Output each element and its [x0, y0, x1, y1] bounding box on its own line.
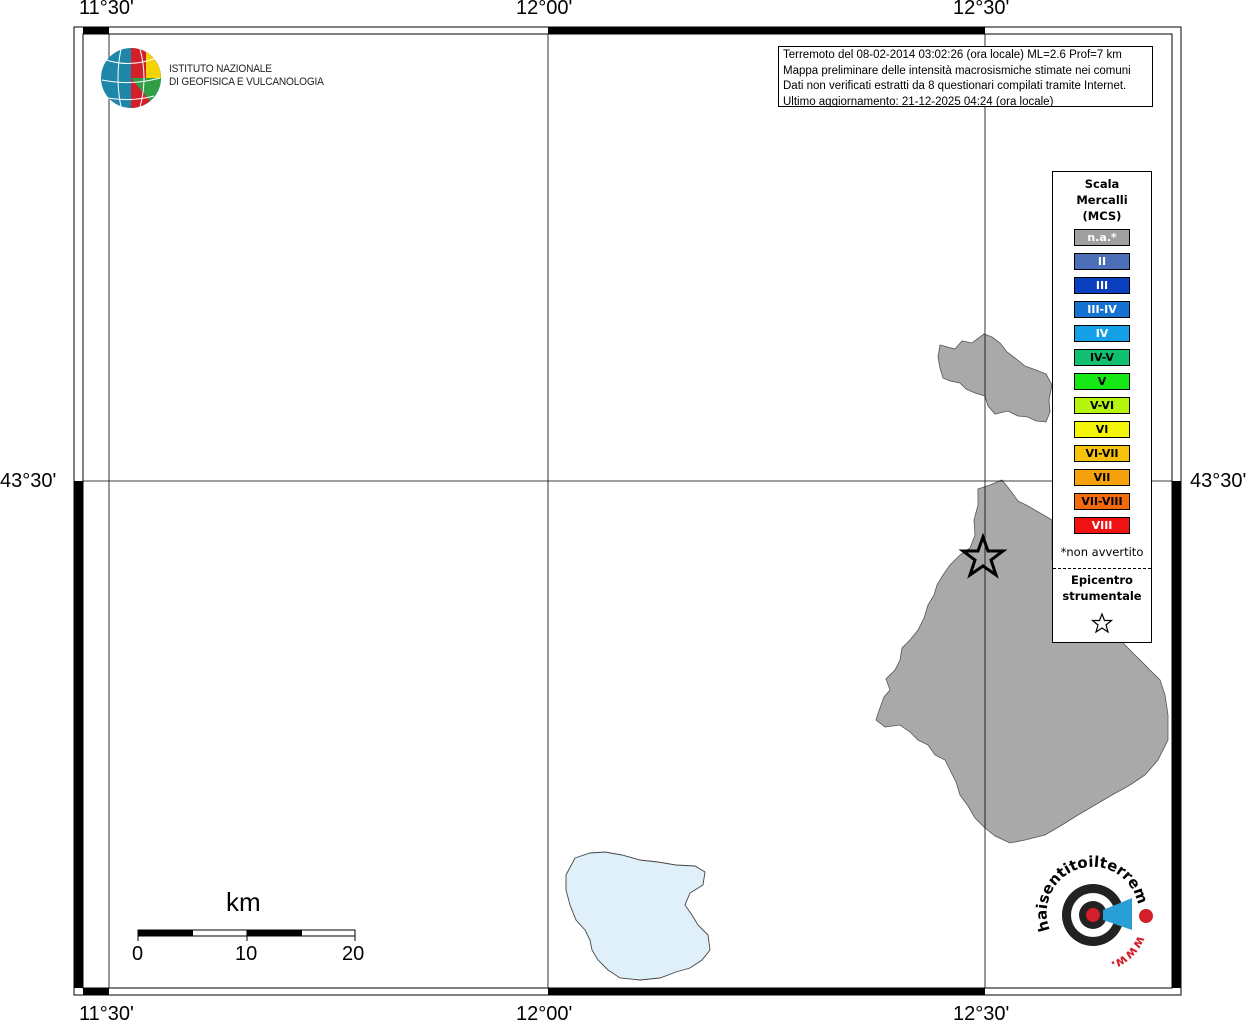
legend-swatch: IV	[1074, 325, 1130, 342]
legend-swatch: VIII	[1074, 517, 1130, 534]
institute-name-line: DI GEOFISICA E VULCANOLOGIA	[169, 76, 324, 88]
legend-star-icon	[1091, 612, 1113, 634]
scale-bar	[137, 929, 356, 941]
legend-swatch: III-IV	[1074, 301, 1130, 318]
legend-divider	[1053, 568, 1151, 569]
info-line-updated: Ultimo aggiornamento: 21-12-2025 04:24 (…	[783, 95, 1054, 107]
frame-graduation-bar	[548, 27, 985, 34]
frame-graduation-bar	[548, 988, 985, 995]
legend-title-line: Scala	[1084, 177, 1120, 191]
legend-swatch: VI	[1074, 421, 1130, 438]
svg-text:www.: www.	[1109, 933, 1148, 972]
scale-bar-unit: km	[226, 887, 261, 917]
info-line-description: Mappa preliminare delle intensità macros…	[783, 64, 1131, 77]
intensity-legend: Scala Mercalli (MCS) n.a.* II III III-IV IV I…	[1052, 171, 1152, 643]
info-line-event: Terremoto del 08-02-2014 03:02:26 (ora l…	[783, 49, 1122, 61]
info-line-data-source: Dati non verificati estratti da 8 questi…	[783, 80, 1127, 92]
institute-name: ISTITUTO NAZIONALE DI GEOFISICA E VULCAN…	[169, 63, 324, 89]
legend-epicenter-line: Epicentro	[1071, 573, 1133, 587]
legend-swatch: II	[1074, 253, 1130, 270]
frame-graduation-bar	[74, 481, 83, 988]
haisentito-logo-icon: haisentitoilterremoto www.	[0, 0, 1153, 973]
legend-note: *non avvertito	[1060, 545, 1144, 559]
municipality-polygon	[937, 333, 1053, 423]
legend-title-line: (MCS)	[1082, 209, 1122, 223]
legend-swatch: IV-V	[1074, 349, 1130, 366]
ingv-logo-icon	[101, 48, 161, 108]
legend-swatch: V	[1074, 373, 1130, 390]
scale-bar-tick-label: 20	[342, 943, 365, 965]
legend-swatch: VII-VIII	[1074, 493, 1130, 510]
frame-graduation-bar	[83, 988, 109, 995]
legend-epicenter-label: Epicentro strumentale	[1053, 572, 1151, 604]
legend-swatch: VI-VII	[1074, 445, 1130, 462]
scale-bar-tick-label: 10	[235, 943, 258, 965]
lake-polygon	[565, 851, 711, 981]
legend-swatch: n.a.*	[1074, 229, 1130, 246]
haisentito-prefix-text: www.	[1109, 933, 1148, 972]
legend-title: Scala Mercalli (MCS)	[1053, 176, 1151, 224]
legend-title-line: Mercalli	[1076, 193, 1128, 207]
legend-swatch: III	[1074, 277, 1130, 294]
frame-graduation-bar	[83, 27, 109, 34]
legend-swatch: V-VI	[1074, 397, 1130, 414]
legend-epicenter-line: strumentale	[1062, 589, 1142, 603]
institute-name-line: ISTITUTO NAZIONALE	[169, 63, 272, 75]
legend-swatch: VII	[1074, 469, 1130, 486]
earthquake-info-box: Terremoto del 08-02-2014 03:02:26 (ora l…	[778, 46, 1153, 107]
scale-bar-tick-label: 0	[132, 943, 144, 965]
frame-graduation-bar	[1172, 481, 1181, 988]
